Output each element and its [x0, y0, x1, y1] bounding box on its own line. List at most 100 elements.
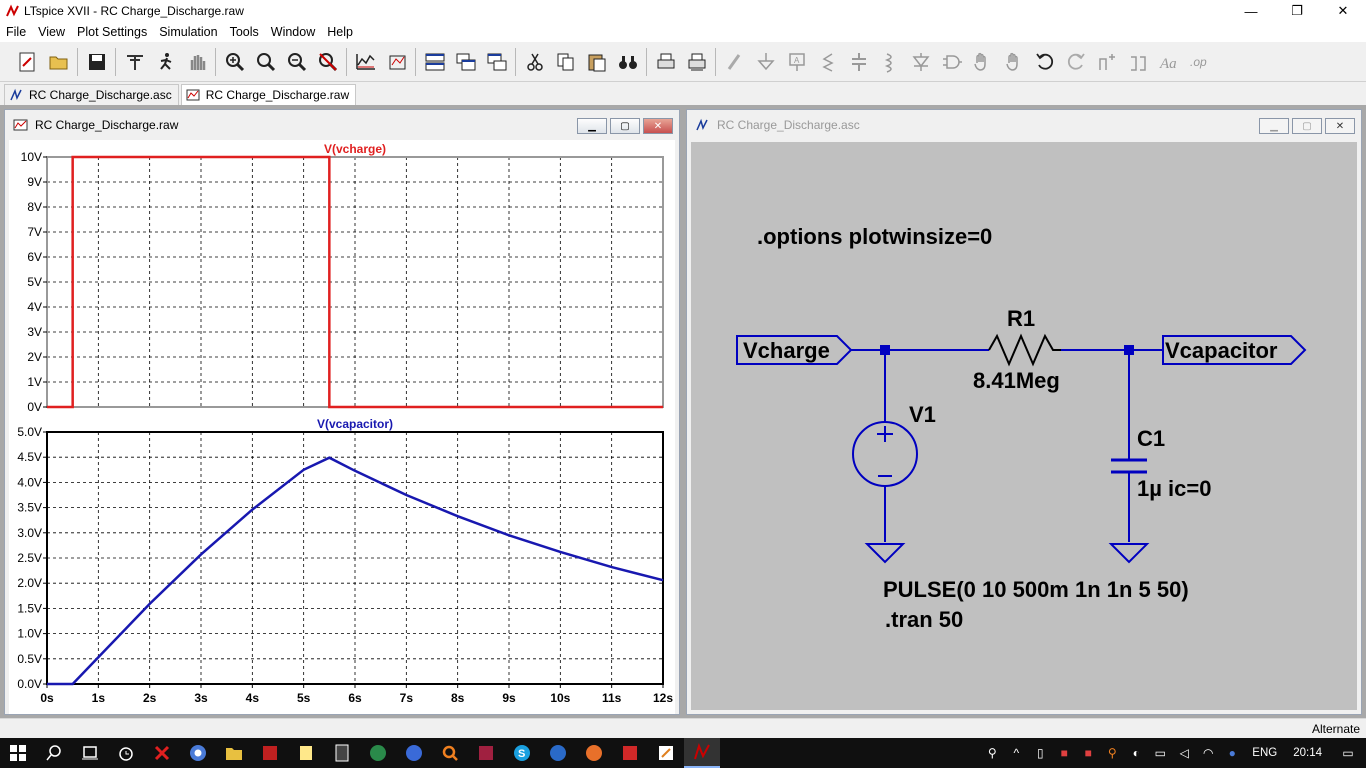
component-icon[interactable] — [936, 46, 967, 78]
tray-app-icon[interactable]: ■ — [1052, 738, 1076, 768]
menu-help[interactable]: Help — [321, 25, 359, 39]
redo-icon[interactable] — [1060, 46, 1091, 78]
close-button[interactable]: ✕ — [1325, 118, 1355, 134]
menu-file[interactable]: File — [0, 25, 32, 39]
notification-icon[interactable]: ▭ — [1330, 738, 1366, 768]
tab-schematic[interactable]: RC Charge_Discharge.asc — [4, 84, 179, 105]
edge-icon[interactable] — [540, 738, 576, 768]
cut-icon[interactable] — [519, 46, 550, 78]
spice-directive-options[interactable]: .options plotwinsize=0 — [757, 224, 992, 249]
minimize-button[interactable]: ▁ — [1259, 118, 1289, 134]
find-icon[interactable] — [612, 46, 643, 78]
app-red2-icon[interactable] — [612, 738, 648, 768]
schematic-window-title-bar[interactable]: RC Charge_Discharge.asc ▁ ▢ ✕ — [687, 110, 1361, 140]
language-indicator[interactable]: ENG — [1244, 747, 1285, 759]
app-orange-icon[interactable] — [432, 738, 468, 768]
waveform-window-title-bar[interactable]: RC Charge_Discharge.raw ▁ ▢ ✕ — [5, 110, 679, 140]
autorange-icon[interactable] — [350, 46, 381, 78]
resistor-value[interactable]: 8.41Meg — [973, 368, 1060, 393]
new-schematic-icon[interactable] — [12, 46, 43, 78]
alarm-icon[interactable] — [108, 738, 144, 768]
skype-icon[interactable]: S — [504, 738, 540, 768]
capacitor-icon[interactable] — [843, 46, 874, 78]
close-button[interactable]: ✕ — [1320, 0, 1366, 22]
chrome-tray-icon[interactable]: ● — [1220, 738, 1244, 768]
run-icon[interactable] — [150, 46, 181, 78]
app-notes-icon[interactable] — [648, 738, 684, 768]
resistor-name[interactable]: R1 — [1007, 306, 1035, 331]
pulse-source-value[interactable]: PULSE(0 10 500m 1n 1n 5 50) — [883, 577, 1189, 602]
battery-icon[interactable]: ▭ — [1148, 738, 1172, 768]
waveform-plot[interactable]: 0V 1V 2V 3V 4V 5V 6V 7V 8V 9V 10V V(vcharge) 0.0V 0.5… — [9, 140, 675, 714]
capacitor-symbol[interactable] — [1111, 458, 1147, 474]
app-dark-red-icon[interactable] — [468, 738, 504, 768]
chrome-icon[interactable] — [180, 738, 216, 768]
zoom-cancel-icon[interactable] — [312, 46, 343, 78]
draw-wire-icon[interactable] — [719, 46, 750, 78]
mirror-icon[interactable] — [1122, 46, 1153, 78]
ground-symbol[interactable] — [864, 543, 906, 564]
tray-app-icon[interactable]: ◐ — [1124, 738, 1148, 768]
menu-plot-settings[interactable]: Plot Settings — [71, 25, 153, 39]
zoom-out-icon[interactable] — [281, 46, 312, 78]
tab-waveform[interactable]: RC Charge_Discharge.raw — [180, 84, 357, 105]
save-icon[interactable] — [81, 46, 112, 78]
move-icon[interactable] — [967, 46, 998, 78]
chevron-up-icon[interactable]: ^ — [1004, 738, 1028, 768]
maximize-button[interactable]: ▢ — [1292, 118, 1322, 134]
search-icon[interactable] — [36, 738, 72, 768]
menu-tools[interactable]: Tools — [224, 25, 265, 39]
voltage-source-name[interactable]: V1 — [909, 402, 936, 427]
tray-app-icon[interactable]: ■ — [1076, 738, 1100, 768]
menu-window[interactable]: Window — [265, 25, 321, 39]
zoom-full-icon[interactable] — [250, 46, 281, 78]
halt-icon[interactable] — [181, 46, 212, 78]
app-blue-icon[interactable] — [396, 738, 432, 768]
print-icon[interactable] — [650, 46, 681, 78]
rotate-icon[interactable] — [1091, 46, 1122, 78]
app-red-icon[interactable] — [252, 738, 288, 768]
inductor-icon[interactable] — [874, 46, 905, 78]
text-icon[interactable]: Aa — [1153, 46, 1184, 78]
windows-start-icon[interactable] — [0, 738, 36, 768]
minimize-button[interactable]: — — [1228, 0, 1274, 22]
tray-search-icon[interactable]: ⚲ — [1100, 738, 1124, 768]
clock[interactable]: 20:14 — [1285, 747, 1330, 759]
diode-icon[interactable] — [905, 46, 936, 78]
control-panel-icon[interactable] — [119, 46, 150, 78]
ground-symbol[interactable] — [1108, 543, 1150, 564]
menu-simulation[interactable]: Simulation — [153, 25, 223, 39]
tile-vertical-icon[interactable] — [481, 46, 512, 78]
undo-icon[interactable] — [1029, 46, 1060, 78]
menu-view[interactable]: View — [32, 25, 71, 39]
capacitor-value[interactable]: 1µ ic=0 — [1137, 476, 1211, 501]
volume-icon[interactable]: ◁ — [1172, 738, 1196, 768]
app-green-icon[interactable] — [360, 738, 396, 768]
tray-app-icon[interactable]: ▯ — [1028, 738, 1052, 768]
calculator-icon[interactable] — [324, 738, 360, 768]
notepad-icon[interactable] — [288, 738, 324, 768]
resistor-icon[interactable] — [812, 46, 843, 78]
ground-icon[interactable] — [750, 46, 781, 78]
maximize-button[interactable]: ▢ — [610, 118, 640, 134]
file-explorer-icon[interactable] — [216, 738, 252, 768]
close-red-icon[interactable] — [144, 738, 180, 768]
task-view-icon[interactable] — [72, 738, 108, 768]
restore-button[interactable]: ❐ — [1274, 0, 1320, 22]
label-net-icon[interactable]: A — [781, 46, 812, 78]
net-label-vcharge[interactable]: Vcharge — [743, 338, 830, 363]
resistor-symbol[interactable] — [988, 333, 1061, 367]
schematic-canvas[interactable]: .options plotwinsize=0 Vcharge R1 8.41Me… — [691, 142, 1357, 710]
print-setup-icon[interactable] — [681, 46, 712, 78]
net-label-vcapacitor[interactable]: Vcapacitor — [1165, 338, 1278, 363]
people-icon[interactable]: ⚲ — [980, 738, 1004, 768]
tile-horizontal-icon[interactable] — [419, 46, 450, 78]
wifi-icon[interactable]: ◠ — [1196, 738, 1220, 768]
cascade-icon[interactable] — [450, 46, 481, 78]
plot-settings-icon[interactable] — [381, 46, 412, 78]
firefox-icon[interactable] — [576, 738, 612, 768]
capacitor-name[interactable]: C1 — [1137, 426, 1165, 451]
minimize-button[interactable]: ▁ — [577, 118, 607, 134]
close-button[interactable]: ✕ — [643, 118, 673, 134]
spice-directive-icon[interactable]: .op — [1184, 46, 1215, 78]
